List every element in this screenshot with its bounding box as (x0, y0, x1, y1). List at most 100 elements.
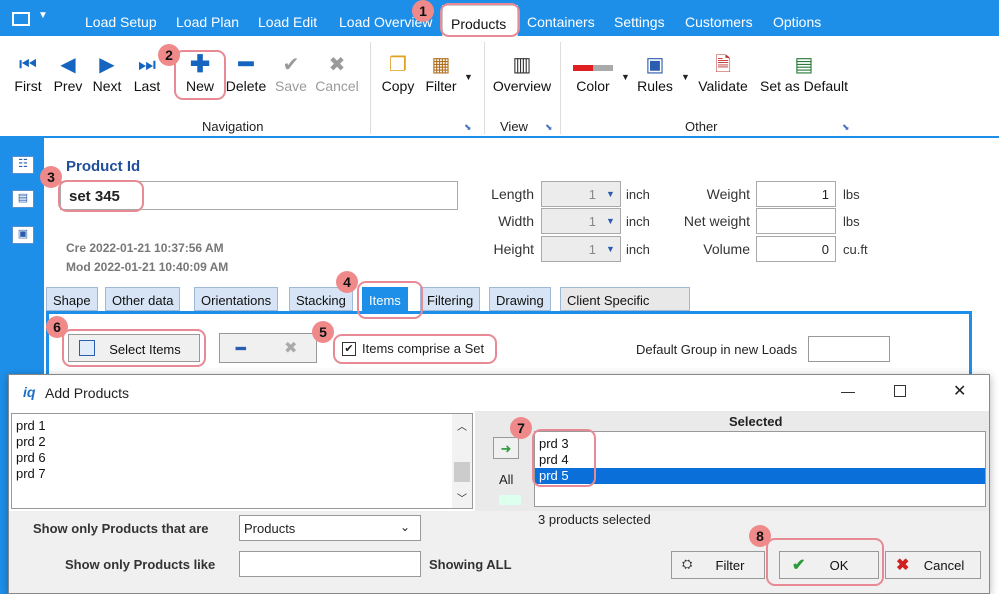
copy-button[interactable]: ❐ Copy (380, 52, 416, 94)
menu-containers[interactable]: Containers (527, 14, 595, 30)
validate-button[interactable]: 🗎 Validate (696, 52, 750, 94)
filter-dialog-label: Filter (715, 558, 745, 573)
width-value: 1 (588, 214, 596, 229)
scroll-thumb[interactable] (454, 462, 470, 482)
ribbon: ⏮ First ◀ Prev ▶ Next ⏭ Last ✚ New ━ Delete ✔ S… (0, 36, 999, 138)
app-menu-button[interactable]: ▼ (8, 10, 60, 32)
tree-icon[interactable]: ☷ (12, 156, 34, 174)
net-weight-label: Net weight (683, 213, 750, 229)
scroll-up-icon[interactable]: ︿ (457, 418, 467, 433)
list-item[interactable]: prd 2 (16, 434, 46, 449)
show-only-value: Products (244, 521, 296, 536)
available-products-list[interactable]: prd 1 prd 2 prd 6 prd 7 ︿ ﹀ (11, 413, 473, 509)
menu-options[interactable]: Options (773, 14, 821, 30)
menu-load-setup[interactable]: Load Setup (85, 14, 157, 30)
close-icon: ✖ (328, 54, 346, 76)
tab-drawing[interactable]: Drawing (489, 287, 551, 311)
rules-icon: ▣ (645, 54, 665, 76)
next-button[interactable]: ▶ Next (91, 52, 123, 94)
rules-button[interactable]: ▣ Rules (636, 52, 674, 94)
default-group-input[interactable] (808, 336, 890, 362)
cancel-dialog-button[interactable]: ✖ Cancel (885, 551, 981, 579)
list-icon[interactable]: ▤ (12, 190, 34, 208)
add-button[interactable]: ➜ (493, 437, 519, 459)
list-item[interactable]: prd 6 (16, 450, 46, 465)
product-id-label: Product Id (66, 158, 141, 175)
close-icon[interactable]: ✕ (953, 381, 966, 401)
tab-client-specific[interactable]: Client Specific (560, 287, 691, 311)
callout-number: 4 (336, 271, 358, 293)
show-like-label: Show only Products like (65, 557, 216, 572)
tab-filtering[interactable]: Filtering (420, 287, 481, 311)
width-spin-icon[interactable]: ▼ (606, 216, 615, 226)
selected-count: 3 products selected (538, 512, 651, 527)
delete-button[interactable]: ━ Delete (224, 52, 268, 95)
cancel-label: Cancel (315, 78, 359, 94)
color-button[interactable]: ▬▬ Color (572, 52, 614, 94)
callout-number: 2 (158, 44, 180, 66)
list-item[interactable]: prd 1 (16, 418, 46, 433)
menu-load-edit[interactable]: Load Edit (258, 14, 317, 30)
validate-icon: 🗎 (714, 54, 732, 76)
length-spin-icon[interactable]: ▼ (606, 189, 615, 199)
next-icon: ▶ (99, 54, 115, 76)
first-label: First (14, 78, 42, 94)
other-launcher-icon[interactable]: ⬊ (842, 122, 850, 133)
selected-row-highlight[interactable] (535, 468, 985, 484)
filter-label: Filter (425, 78, 457, 94)
view-launcher-icon[interactable]: ⬊ (545, 122, 553, 133)
volume-value: 0 (821, 242, 829, 257)
volume-unit: cu.ft (843, 242, 868, 257)
close-icon: ✖ (284, 340, 298, 357)
validate-label: Validate (698, 78, 748, 94)
list-item[interactable]: prd 7 (16, 466, 46, 481)
all-label: All (499, 472, 514, 487)
rules-dropdown-icon[interactable]: ▼ (681, 72, 690, 82)
delete-label: Delete (225, 78, 267, 94)
remove-items-button[interactable]: ━ ✖ (219, 333, 317, 363)
show-only-select[interactable]: Products ⌄ (239, 515, 421, 541)
filter-dropdown-icon[interactable]: ▼ (464, 72, 473, 82)
tab-other-data[interactable]: Other data (105, 287, 181, 311)
set-default-button[interactable]: ▤ Set as Default (758, 52, 850, 94)
arrow-right-icon: ➜ (500, 441, 512, 456)
image-icon[interactable]: ▣ (12, 226, 34, 244)
menu-load-plan[interactable]: Load Plan (176, 14, 239, 30)
navigation-launcher-icon[interactable]: ⬊ (464, 122, 472, 133)
showing-label: Showing ALL (429, 557, 512, 572)
scrollbar[interactable]: ︿ ﹀ (452, 414, 472, 508)
net-weight-unit: lbs (843, 214, 860, 229)
filter-dialog-button[interactable]: ⛭ Filter (671, 551, 765, 579)
tab-client-specific-label: Client Specific (567, 293, 650, 308)
volume-input[interactable]: 0 (756, 236, 836, 262)
prev-icon: ◀ (60, 54, 76, 76)
weight-unit: lbs (843, 187, 860, 202)
color-dropdown-icon[interactable]: ▼ (621, 72, 630, 82)
tab-shape[interactable]: Shape (46, 287, 98, 311)
overview-button[interactable]: ▥ Overview (492, 52, 552, 94)
height-spin-icon[interactable]: ▼ (606, 244, 615, 254)
maximize-icon[interactable] (894, 385, 906, 397)
first-button[interactable]: ⏮ First (12, 52, 44, 94)
show-like-input[interactable] (239, 551, 421, 577)
copy-icon: ❐ (389, 54, 407, 76)
scroll-down-icon[interactable]: ﹀ (457, 490, 467, 505)
tab-orientations[interactable]: Orientations (194, 287, 279, 311)
add-all-button[interactable] (499, 495, 521, 505)
other-group-label: Other (685, 119, 718, 134)
default-group-label: Default Group in new Loads (636, 342, 798, 357)
save-button[interactable]: ✔ Save (274, 52, 308, 94)
filter-button[interactable]: ▦ Filter (422, 52, 460, 94)
cancel-dialog-label: Cancel (923, 558, 965, 573)
selected-products-list[interactable]: prd 3 prd 4 prd 5 (534, 431, 986, 507)
menu-settings[interactable]: Settings (614, 14, 665, 30)
set-default-icon: ▤ (794, 54, 814, 76)
height-unit: inch (626, 242, 650, 257)
menu-customers[interactable]: Customers (685, 14, 753, 30)
net-weight-input[interactable] (756, 208, 836, 234)
minimize-icon[interactable]: — (841, 383, 855, 399)
callout-ring (440, 3, 520, 37)
weight-input[interactable]: 1 (756, 181, 836, 207)
cancel-button[interactable]: ✖ Cancel (315, 52, 359, 94)
prev-button[interactable]: ◀ Prev (52, 52, 84, 94)
